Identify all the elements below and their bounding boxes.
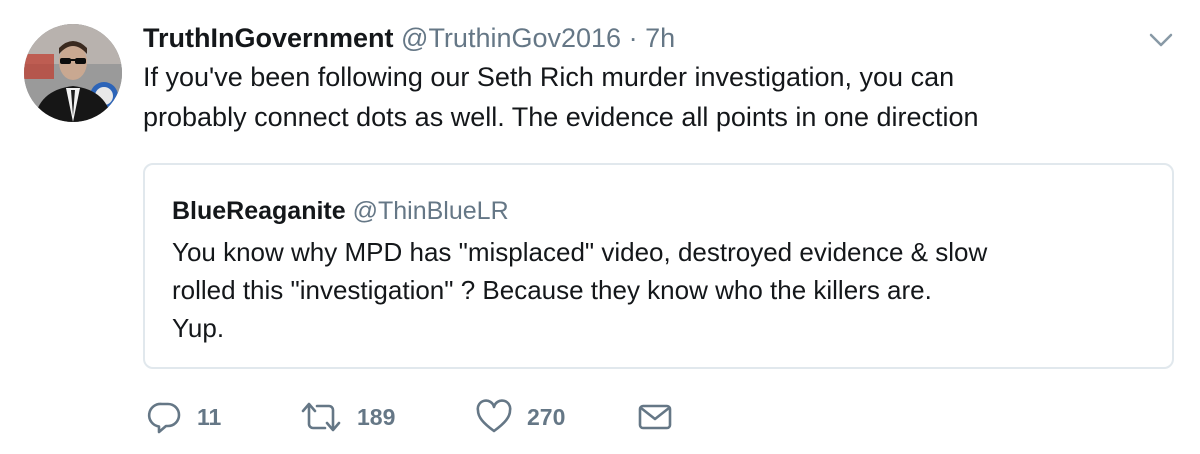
heart-icon (475, 399, 513, 435)
retweet-count: 189 (357, 403, 396, 430)
quoted-text-line: rolled this "investigation" ? Because th… (172, 275, 932, 305)
tweet[interactable]: TruthInGovernment @TruthinGov2016 · 7h I… (0, 0, 1200, 454)
screen-name[interactable]: @TruthinGov2016 (401, 23, 621, 53)
quoted-tweet-header: BlueReaganite @ThinBlueLR (172, 195, 509, 227)
quoted-tweet-text: You know why MPD has "misplaced" video, … (172, 233, 1162, 347)
like-count: 270 (527, 403, 566, 430)
display-name[interactable]: TruthInGovernment (143, 23, 394, 53)
chevron-down-icon[interactable] (1148, 30, 1174, 50)
like-button[interactable]: 270 (475, 395, 565, 439)
retweet-icon (299, 399, 343, 435)
reply-button[interactable]: 11 (147, 395, 221, 439)
envelope-icon (637, 399, 673, 435)
timestamp[interactable]: 7h (645, 23, 675, 53)
quoted-display-name: BlueReaganite (172, 197, 346, 225)
reply-icon (147, 399, 183, 435)
quoted-screen-name: @ThinBlueLR (352, 197, 509, 225)
reply-count: 11 (197, 403, 222, 430)
avatar[interactable] (24, 24, 122, 122)
tweet-text-line: probably connect dots as well. The evide… (143, 102, 979, 132)
tweet-header: TruthInGovernment @TruthinGov2016 · 7h (143, 20, 675, 56)
quoted-text-line: You know why MPD has "misplaced" video, … (172, 237, 988, 267)
retweet-button[interactable]: 189 (299, 395, 395, 439)
tweet-text-line: If you've been following our Seth Rich m… (143, 62, 955, 92)
quoted-tweet[interactable]: BlueReaganite @ThinBlueLR You know why M… (143, 163, 1174, 369)
header-separator: · (628, 23, 638, 53)
direct-message-button[interactable] (637, 395, 673, 439)
tweet-text: If you've been following our Seth Rich m… (143, 57, 1143, 137)
avatar-image (24, 24, 122, 122)
quoted-text-line: Yup. (172, 313, 225, 343)
tweet-actions: 11 189 270 (143, 395, 703, 439)
